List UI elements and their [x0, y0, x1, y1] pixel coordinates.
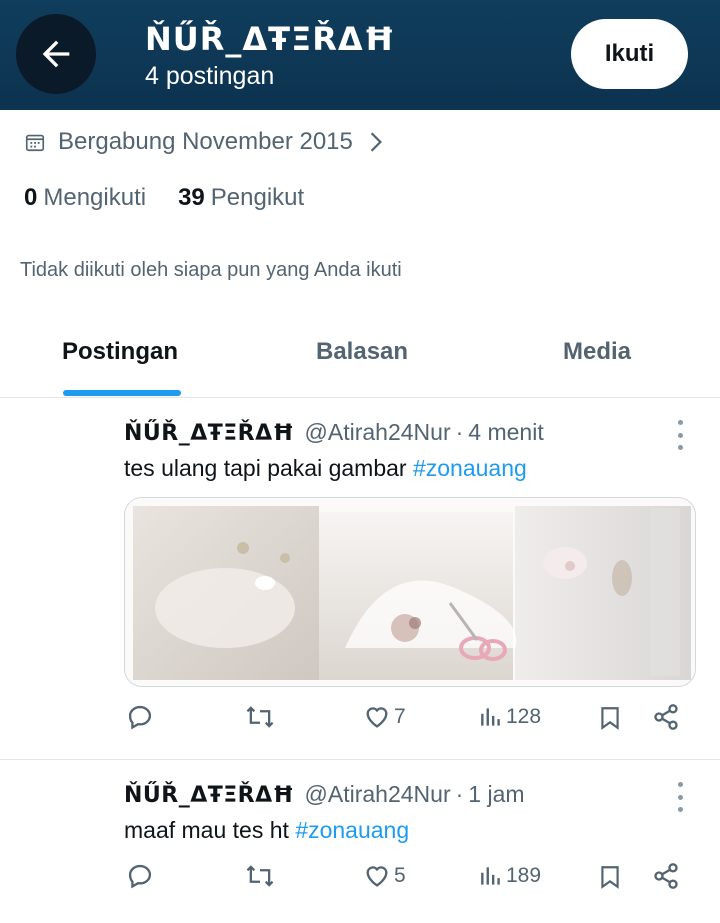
separator-dot: ·: [455, 419, 464, 445]
like-button[interactable]: 5: [362, 862, 406, 890]
bookmark-icon: [601, 707, 619, 730]
post-body: tes ulang tapi pakai gambar: [124, 455, 413, 481]
repost-icon: [246, 865, 274, 887]
views-icon: [481, 867, 500, 885]
like-button[interactable]: 7: [362, 703, 406, 731]
following-link[interactable]: 0 Mengikuti: [24, 184, 146, 212]
heart-icon: [366, 707, 388, 728]
reply-icon: [128, 705, 152, 730]
post-text: tes ulang tapi pakai gambar #zonauang: [124, 455, 527, 482]
post-media-image[interactable]: [124, 497, 696, 687]
repost-icon: [246, 706, 274, 728]
profile-header: ŇŰŘ_ΔŦΞŘΔĦ 4 postingan Ikuti: [0, 0, 720, 110]
following-label: Mengikuti: [43, 184, 147, 211]
like-count: 5: [394, 864, 406, 887]
separator-dot: ·: [455, 781, 464, 807]
views-button[interactable]: 128: [478, 703, 541, 731]
share-icon: [654, 704, 678, 730]
chevron-right-icon: [370, 132, 382, 152]
reply-button[interactable]: [126, 862, 154, 890]
repost-button[interactable]: [244, 862, 276, 890]
tab-media[interactable]: Media: [563, 338, 631, 366]
followers-label: Pengikut: [210, 184, 305, 211]
more-icon[interactable]: [670, 420, 690, 450]
view-count: 128: [506, 705, 542, 728]
joined-date-text: Bergabung November 2015: [58, 128, 353, 155]
hashtag-link[interactable]: #zonauang: [295, 817, 409, 843]
post-author-handle[interactable]: @Atirah24Nur: [305, 419, 451, 446]
hashtag-link[interactable]: #zonauang: [413, 455, 527, 481]
follow-button[interactable]: Ikuti: [571, 19, 688, 89]
post-header: ŇŰŘ_ΔŦΞŘΔĦ @Atirah24Nur · 4 menit: [124, 419, 544, 446]
more-icon[interactable]: [670, 782, 690, 812]
joined-date-row[interactable]: Bergabung November 2015: [24, 128, 385, 156]
post-time[interactable]: 1 jam: [468, 781, 524, 808]
share-button[interactable]: [652, 862, 680, 890]
active-tab-indicator: [63, 390, 181, 396]
reply-button[interactable]: [126, 703, 154, 731]
bookmark-button[interactable]: [597, 862, 623, 892]
follow-stats: 0 Mengikuti 39 Pengikut: [24, 184, 336, 212]
tab-postingan[interactable]: Postingan: [62, 338, 178, 366]
heart-icon: [366, 866, 388, 887]
followers-link[interactable]: 39 Pengikut: [178, 184, 304, 212]
header-display-name: ŇŰŘ_ΔŦΞŘΔĦ: [145, 20, 396, 58]
not-followed-note: Tidak diikuti oleh siapa pun yang Anda i…: [20, 259, 402, 281]
bookmark-button[interactable]: [597, 703, 623, 733]
tab-balasan[interactable]: Balasan: [316, 338, 408, 366]
post-header: ŇŰŘ_ΔŦΞŘΔĦ @Atirah24Nur · 1 jam: [124, 781, 525, 808]
followers-count: 39: [178, 184, 205, 211]
post-text: maaf mau tes ht #zonauang: [124, 817, 409, 844]
calendar-icon: [25, 134, 45, 152]
reply-icon: [128, 864, 152, 889]
post-author-handle[interactable]: @Atirah24Nur: [305, 781, 451, 808]
profile-tabs: Postingan Balasan Media: [0, 320, 720, 398]
post-actions: 7 128: [0, 703, 720, 743]
header-post-count: 4 postingan: [145, 62, 275, 90]
views-icon: [481, 708, 500, 726]
arrow-left-icon: [42, 40, 70, 68]
post-actions: 5 189: [0, 862, 720, 902]
post-divider: [0, 759, 720, 760]
share-icon: [654, 863, 678, 889]
following-count: 0: [24, 184, 38, 211]
bookmark-icon: [601, 866, 619, 889]
media-photo-collage: [125, 498, 695, 686]
share-button[interactable]: [652, 703, 680, 731]
post-body: maaf mau tes ht: [124, 817, 296, 843]
post-author-name[interactable]: ŇŰŘ_ΔŦΞŘΔĦ: [124, 783, 295, 808]
views-button[interactable]: 189: [478, 862, 541, 890]
repost-button[interactable]: [244, 703, 276, 731]
post-time[interactable]: 4 menit: [468, 419, 543, 446]
back-button[interactable]: [16, 14, 96, 94]
like-count: 7: [394, 705, 406, 728]
view-count: 189: [506, 864, 542, 887]
post-author-name[interactable]: ŇŰŘ_ΔŦΞŘΔĦ: [124, 421, 295, 446]
